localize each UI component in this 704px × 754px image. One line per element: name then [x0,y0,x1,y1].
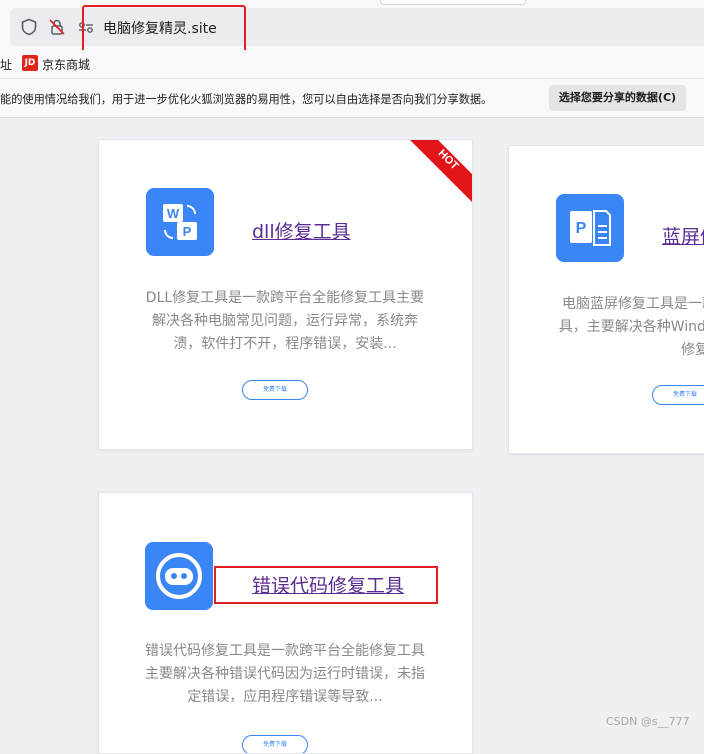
card-title[interactable]: 蓝屏修复工具 [662,222,704,249]
title-highlight-box [214,566,438,604]
ppt-document-icon: P [556,194,624,262]
word-to-pdf-icon: W P [146,188,214,256]
bookmark-partial[interactable]: 址 [0,56,12,73]
card-title[interactable]: dll修复工具 [252,217,351,244]
svg-text:P: P [183,224,192,239]
jd-logo-icon: JD [22,55,38,71]
svg-text:W: W [167,206,180,221]
choose-data-button[interactable]: 选择您要分享的数据(C) [549,85,686,111]
free-download-button[interactable]: 免费下载 [242,380,308,400]
hot-badge: HOT [410,140,472,202]
tab-edge [380,0,526,5]
card-description: 电脑蓝屏修复工具是一款跨平台全能修复工具，主要解决各种Windows蓝屏问题，一… [558,296,704,358]
svg-text:P: P [576,220,587,237]
free-download-button[interactable]: 免费下载 [652,385,704,405]
card-description: 错误代码修复工具是一款跨平台全能修复工具主要解决各种错误代码因为运行时错误，未指… [145,643,425,705]
card-description: DLL修复工具是一款跨平台全能修复工具主要解决各种电脑常见问题，运行异常，系统奔… [145,290,425,352]
data-sharing-notice: 能的使用情况给我们，用于进一步优化火狐浏览器的易用性，您可以自由选择是否向我们分… [0,79,704,118]
bookmarks-bar: 址 京东商城 [0,50,704,79]
notice-text: 能的使用情况给我们，用于进一步优化火狐浏览器的易用性，您可以自由选择是否向我们分… [0,93,493,106]
url-highlight-box [82,5,246,53]
lock-warning-icon[interactable] [48,18,66,36]
product-card-errorcode: 错误代码修复工具 错误代码修复工具是一款跨平台全能修复工具主要解决各种错误代码因… [98,492,473,754]
product-card-dll: HOT W P dll修复工具 DLL修复工具是一款跨平台全能修复工具主要解决各… [98,139,473,450]
watermark: CSDN @s__777 [606,715,690,728]
product-card-bluescreen: P 蓝屏修复工具 电脑蓝屏修复工具是一款跨平台全能修复工具，主要解决各种Wind… [508,145,704,454]
bookmark-jd[interactable]: 京东商城 [42,56,90,73]
shield-icon[interactable] [20,18,38,36]
chat-bot-icon [145,542,213,610]
